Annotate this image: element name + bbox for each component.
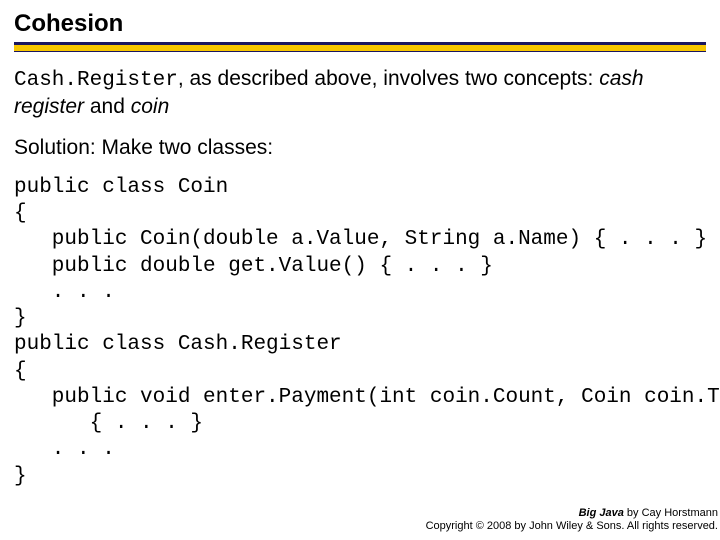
text: , as described above, involves two conce… xyxy=(178,67,599,90)
book-title: Big Java xyxy=(579,507,624,519)
code-block: public class Coin { public Coin(double a… xyxy=(14,175,706,490)
rule-thin xyxy=(14,51,706,52)
paragraph-1: Cash.Register, as described above, invol… xyxy=(14,66,706,121)
paragraph-2: Solution: Make two classes: xyxy=(14,135,706,161)
page-title: Cohesion xyxy=(14,10,706,38)
slide: Cohesion Cash.Register, as described abo… xyxy=(0,0,720,540)
footer: Big Java by Cay Horstmann Copyright © 20… xyxy=(426,507,720,535)
footer-line-1: Big Java by Cay Horstmann xyxy=(426,507,718,521)
italic-2: coin xyxy=(131,95,170,118)
author: by Cay Horstmann xyxy=(624,507,718,519)
footer-line-2: Copyright © 2008 by John Wiley & Sons. A… xyxy=(426,520,718,534)
text: and xyxy=(84,95,131,118)
code-inline: Cash.Register xyxy=(14,69,178,92)
title-rule xyxy=(14,42,706,52)
